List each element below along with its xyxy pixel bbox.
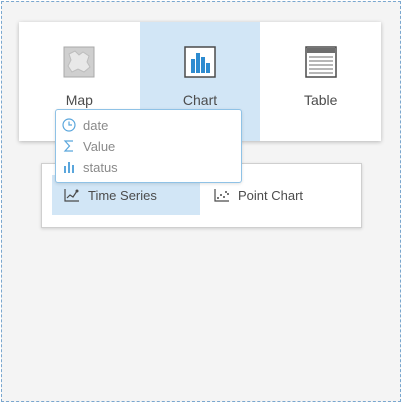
bar-chart-icon	[184, 46, 216, 78]
dragged-fields-popup[interactable]: date Value status	[55, 109, 242, 183]
time-series-icon	[64, 189, 79, 202]
field-value[interactable]: Value	[62, 136, 115, 156]
field-value-label: Value	[83, 138, 116, 154]
point-chart-icon	[214, 189, 229, 202]
map-icon	[63, 46, 95, 78]
string-field-icon	[64, 162, 74, 173]
chart-tile-label: Chart	[182, 92, 218, 108]
clock-icon	[62, 118, 76, 132]
table-tile[interactable]: Table	[260, 22, 381, 141]
field-status-label: status	[83, 159, 118, 175]
field-date[interactable]: date	[62, 115, 108, 135]
field-status[interactable]: status	[62, 157, 118, 177]
point-chart-label: Point Chart	[238, 187, 304, 203]
field-date-label: date	[83, 117, 109, 133]
sigma-icon	[63, 140, 73, 152]
time-series-label: Time Series	[88, 187, 157, 203]
table-tile-label: Table	[303, 92, 338, 108]
map-tile-label: Map	[65, 92, 93, 108]
table-icon	[304, 46, 337, 78]
